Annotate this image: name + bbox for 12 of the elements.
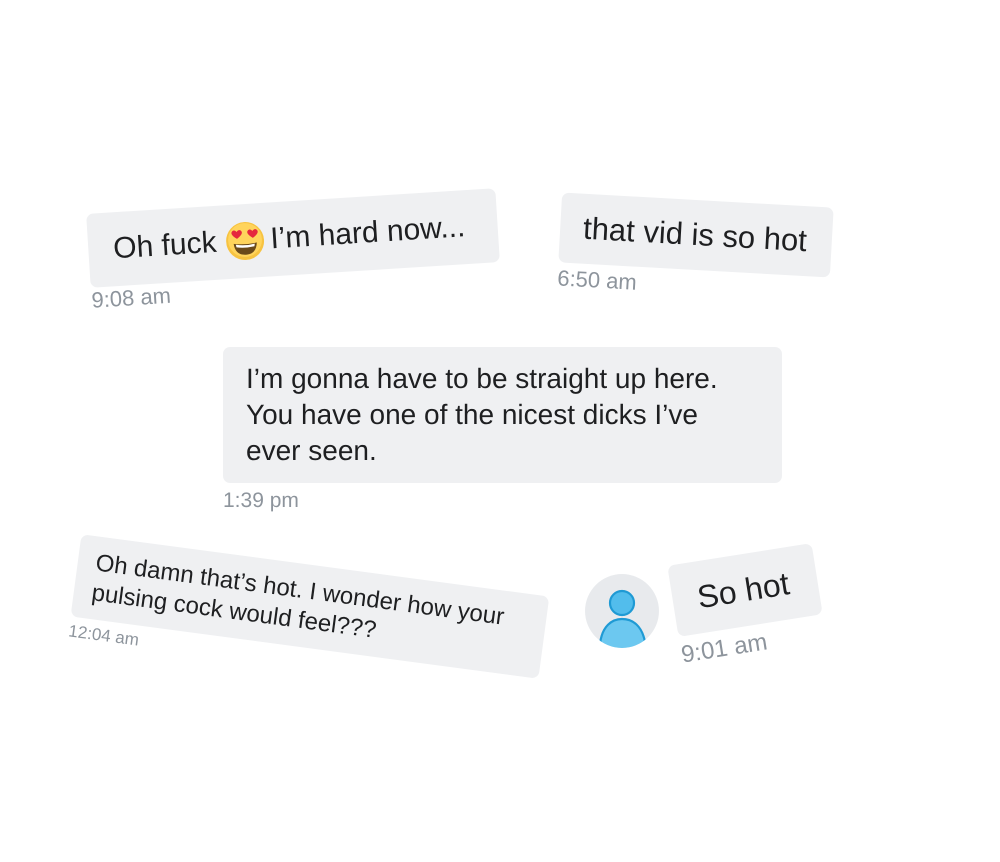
timestamp: 6:50 am bbox=[556, 265, 638, 296]
message-text: So hot bbox=[694, 564, 792, 616]
message-text: I’m gonna have to be straight up here. You have one of the nicest dicks I’ve ever seen. bbox=[246, 362, 719, 468]
timestamp: 9:08 am bbox=[90, 282, 172, 314]
heart-eyes-face-icon bbox=[225, 220, 266, 262]
message-text: Oh fuck bbox=[112, 226, 218, 266]
message-text: I’m hard now... bbox=[269, 210, 466, 256]
user-avatar-icon bbox=[585, 574, 659, 648]
message-text: that vid is so hot bbox=[582, 210, 808, 260]
timestamp: 12:04 am bbox=[67, 620, 140, 652]
timestamp: 1:39 pm bbox=[223, 488, 299, 514]
timestamp: 9:01 am bbox=[679, 628, 770, 670]
